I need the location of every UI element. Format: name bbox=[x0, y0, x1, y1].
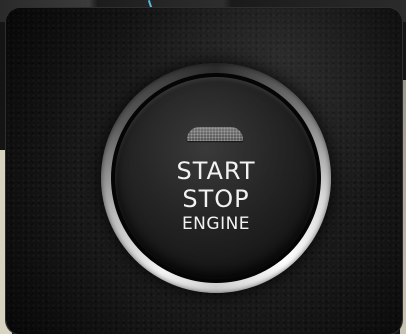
start-stop-engine-button[interactable]: START STOP ENGINE bbox=[115, 77, 317, 279]
leather-panel: START STOP ENGINE bbox=[6, 8, 402, 334]
button-label-stop: STOP bbox=[182, 185, 250, 213]
photo-scene: START STOP ENGINE bbox=[0, 0, 406, 334]
button-label-start: START bbox=[176, 157, 256, 185]
button-label-engine: ENGINE bbox=[181, 214, 251, 234]
chrome-bezel-ring: START STOP ENGINE bbox=[101, 63, 331, 293]
status-indicator-light bbox=[187, 127, 243, 141]
